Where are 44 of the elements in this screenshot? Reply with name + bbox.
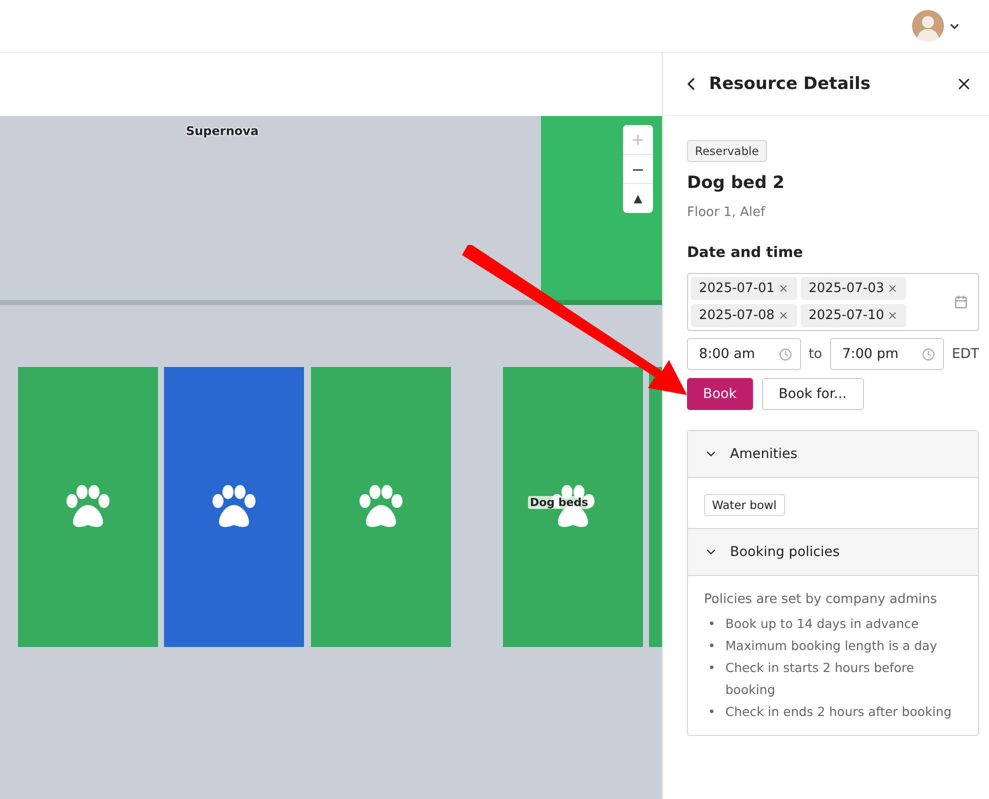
bullet: • <box>708 637 716 655</box>
section-heading: Date and time <box>687 245 804 261</box>
bullet: • <box>708 615 716 633</box>
start-time-field[interactable]: 8:00 am <box>687 338 801 370</box>
date-chip[interactable]: 2025-07-01 <box>691 277 797 300</box>
bullet: • <box>708 703 716 721</box>
clock-icon <box>922 348 935 360</box>
book-button[interactable]: Book <box>687 378 753 410</box>
calendar-icon[interactable] <box>954 295 968 309</box>
to-text: to <box>808 346 822 362</box>
date-field[interactable]: 2025-07-01 2025-07-03 2025-07-08 2025-07-10 <box>687 273 979 331</box>
remove-icon[interactable] <box>887 310 898 321</box>
amenity-tag: Water bowl <box>704 494 785 516</box>
clock-icon <box>778 348 792 360</box>
area-label: Dog beds <box>528 496 590 509</box>
policy-item: Check in starts 2 hours before booking <box>725 659 916 699</box>
compass-button[interactable]: ▲ <box>623 184 653 214</box>
end-time-field[interactable]: 7:00 pm <box>830 338 944 370</box>
book-for-button[interactable]: Book for... <box>762 378 864 410</box>
accordion-header[interactable]: Booking policies <box>688 529 978 576</box>
status-badge: Reservable <box>687 140 767 162</box>
dog-bed-spot[interactable] <box>164 367 304 647</box>
accordion-header[interactable]: Amenities <box>688 431 978 478</box>
dog-bed-spot[interactable] <box>311 367 451 647</box>
dog-bed-spot[interactable]: Dog beds <box>503 367 643 647</box>
timezone-text: EDT <box>952 346 979 362</box>
remove-icon[interactable] <box>887 283 898 294</box>
zoom-out-button[interactable]: − <box>623 154 653 184</box>
date-chip[interactable]: 2025-07-08 <box>691 304 797 327</box>
policy-item: Maximum booking length is a day <box>725 637 938 655</box>
policy-item: Book up to 14 days in advance <box>725 615 919 633</box>
policy-intro: Policies are set by company admins <box>704 592 938 607</box>
bullet: • <box>708 659 716 677</box>
date-chip[interactable]: 2025-07-03 <box>800 277 906 300</box>
date-chip[interactable]: 2025-07-10 <box>800 304 906 327</box>
room-label: Supernova <box>186 124 259 138</box>
dog-bed-spot[interactable] <box>18 367 158 647</box>
remove-icon[interactable] <box>778 283 789 294</box>
location-text: Floor 1, Alef <box>687 205 766 220</box>
remove-icon[interactable] <box>778 310 789 321</box>
floor-map[interactable]: Supernova Dog beds + − ▲ <box>0 116 662 799</box>
resource-name: Dog bed 2 <box>687 173 786 193</box>
policy-item: Check in ends 2 hours after booking <box>725 703 952 721</box>
panel-title: Resource Details <box>709 74 872 94</box>
